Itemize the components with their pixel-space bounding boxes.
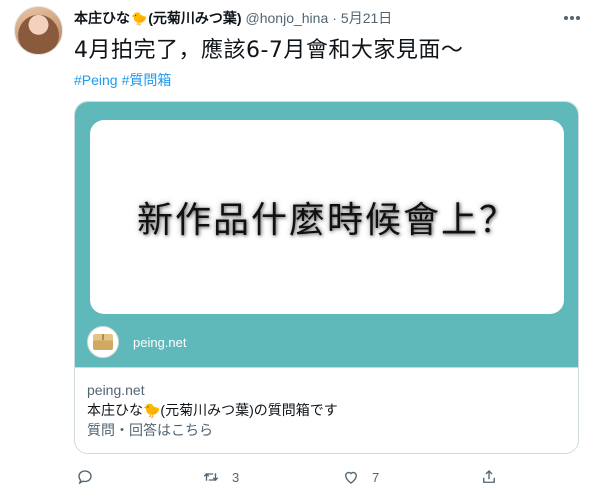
- tweet-text: 4月拍完了，應該6-7月會和大家見面～: [74, 38, 464, 63]
- retweet-icon: [203, 473, 219, 481]
- share-button[interactable]: [480, 466, 498, 488]
- link-card[interactable]: 新作品什麼時候會上？ peing.net peing.net 本庄ひな🐤(元菊川…: [74, 101, 579, 454]
- card-title: 本庄ひな🐤(元菊川みつ葉)の質問箱です: [87, 402, 338, 418]
- tweet-actions: 3 7: [74, 466, 514, 488]
- retweet-count: 3: [232, 469, 240, 485]
- display-name-text: 本庄ひな: [74, 10, 130, 26]
- tweet-header: 本庄ひな🐤(元菊川みつ葉) @honjo_hina · 5月21日: [74, 8, 554, 28]
- hashtag-peing[interactable]: #Peing: [74, 72, 118, 88]
- chick-emoji-icon: 🐤: [131, 11, 148, 26]
- display-name-suffix: (元菊川みつ葉): [148, 10, 242, 26]
- like-icon: [345, 471, 357, 484]
- tweet-date[interactable]: 5月21日: [341, 8, 392, 28]
- reply-button[interactable]: [76, 466, 106, 488]
- like-count: 7: [372, 469, 380, 485]
- more-icon[interactable]: [560, 8, 584, 28]
- separator-dot: ·: [332, 10, 337, 26]
- like-button[interactable]: 7: [342, 466, 379, 488]
- display-name[interactable]: 本庄ひな🐤(元菊川みつ葉): [74, 8, 242, 28]
- share-icon: [483, 470, 495, 483]
- card-domain: peing.net: [87, 382, 145, 398]
- question-box: 新作品什麼時候會上？: [90, 120, 564, 314]
- card-description: 質問・回答はこちら: [87, 422, 213, 438]
- retweet-button[interactable]: 3: [202, 466, 239, 488]
- hashtags: #Peing #質問箱: [74, 70, 175, 90]
- card-image[interactable]: 新作品什麼時候會上？ peing.net: [75, 102, 578, 367]
- card-image-domain: peing.net: [133, 335, 187, 350]
- avatar[interactable]: [14, 6, 63, 55]
- hashtag-question-box[interactable]: #質問箱: [122, 72, 172, 88]
- user-handle[interactable]: @honjo_hina: [246, 10, 329, 26]
- reply-icon: [78, 470, 92, 485]
- card-info[interactable]: peing.net 本庄ひな🐤(元菊川みつ葉)の質問箱です 質問・回答はこちら: [75, 367, 578, 453]
- peing-logo-icon: [87, 326, 119, 358]
- question-text: 新作品什麼時候會上？: [136, 200, 517, 241]
